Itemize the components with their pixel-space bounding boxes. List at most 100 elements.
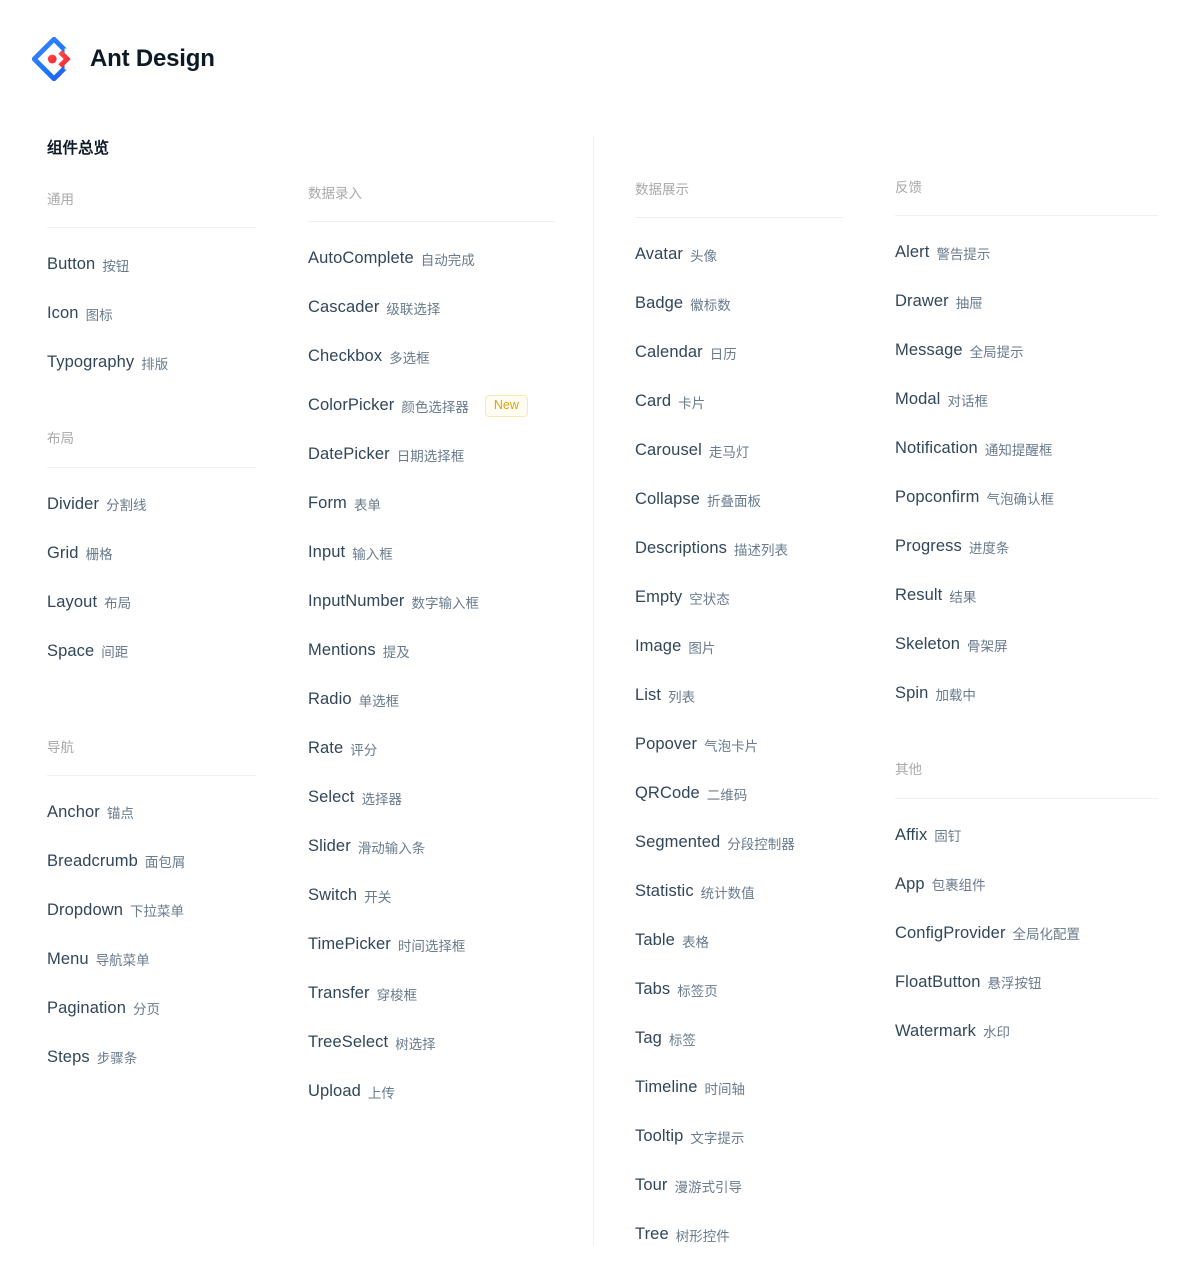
component-link-progress[interactable]: Progress 进度条 [895, 522, 1158, 571]
component-link-datepicker[interactable]: DatePicker 日期选择框 [308, 430, 555, 479]
component-link-collapse[interactable]: Collapse 折叠面板 [635, 475, 843, 524]
component-link-app[interactable]: App 包裹组件 [895, 860, 1158, 909]
component-link-table[interactable]: Table 表格 [635, 916, 843, 965]
component-link-modal[interactable]: Modal 对话框 [895, 375, 1158, 424]
component-link-button[interactable]: Button 按钮 [47, 240, 256, 289]
component-name-cn: 头像 [690, 248, 717, 264]
component-name-en: Collapse [635, 490, 701, 509]
component-link-layout[interactable]: Layout 布局 [47, 578, 256, 627]
component-link-spin[interactable]: Spin 加载中 [895, 669, 1158, 718]
component-link-switch[interactable]: Switch 开关 [308, 871, 555, 920]
component-link-upload[interactable]: Upload 上传 [308, 1067, 555, 1116]
component-link-pagination[interactable]: Pagination 分页 [47, 984, 256, 1033]
component-name-cn: 图标 [85, 307, 113, 323]
component-name-en: Button [47, 255, 96, 274]
component-link-timepicker[interactable]: TimePicker 时间选择框 [308, 920, 555, 969]
component-link-form[interactable]: Form 表单 [308, 479, 555, 528]
component-link-calendar[interactable]: Calendar 日历 [635, 328, 843, 377]
component-link-slider[interactable]: Slider 滑动输入条 [308, 822, 555, 871]
component-link-dropdown[interactable]: Dropdown 下拉菜单 [47, 886, 256, 935]
component-link-descriptions[interactable]: Descriptions 描述列表 [635, 524, 843, 573]
component-link-icon[interactable]: Icon 图标 [47, 289, 256, 338]
component-name-cn: 面包屑 [144, 855, 186, 871]
component-link-anchor[interactable]: Anchor 锚点 [47, 788, 256, 837]
component-link-breadcrumb[interactable]: Breadcrumb 面包屑 [47, 837, 256, 886]
component-name-cn: 包裹组件 [931, 878, 986, 893]
component-link-tooltip[interactable]: Tooltip 文字提示 [635, 1112, 843, 1161]
component-name-cn: 结果 [949, 589, 977, 605]
component-link-skeleton[interactable]: Skeleton 骨架屏 [895, 620, 1158, 669]
component-link-grid[interactable]: Grid 栅格 [47, 529, 256, 578]
component-name-en: Popconfirm [895, 488, 980, 507]
component-link-tag[interactable]: Tag 标签 [635, 1014, 843, 1063]
component-link-tree[interactable]: Tree 树形控件 [635, 1210, 843, 1259]
component-link-configprovider[interactable]: ConfigProvider 全局化配置 [895, 909, 1158, 958]
component-link-input[interactable]: Input 输入框 [308, 528, 555, 577]
component-link-avatar[interactable]: Avatar 头像 [635, 230, 843, 279]
component-name-en: Typography [47, 353, 135, 372]
component-link-message[interactable]: Message 全局提示 [895, 326, 1158, 375]
component-name-cn: 树选择 [395, 1036, 436, 1052]
component-link-statistic[interactable]: Statistic 统计数值 [635, 867, 843, 916]
component-name-en: Pagination [47, 998, 126, 1017]
component-list: Avatar 头像 Badge 徽标数 Calendar 日历 Card 卡片 Carousel… [635, 230, 843, 1259]
component-link-typography[interactable]: Typography 排版 [47, 338, 256, 387]
component-link-divider[interactable]: Divider 分割线 [47, 480, 256, 529]
component-name-en: AutoComplete [308, 249, 414, 268]
component-link-list[interactable]: List 列表 [635, 671, 843, 720]
component-name-en: Radio [308, 690, 352, 709]
component-link-tabs[interactable]: Tabs 标签页 [635, 965, 843, 1014]
component-link-badge[interactable]: Badge 徽标数 [635, 279, 843, 328]
component-name-en: Tabs [635, 980, 671, 999]
component-link-menu[interactable]: Menu 导航菜单 [47, 935, 256, 984]
component-link-checkbox[interactable]: Checkbox 多选框 [308, 332, 555, 381]
component-name-en: QRCode [635, 784, 700, 803]
component-link-steps[interactable]: Steps 步骤条 [47, 1033, 256, 1082]
component-link-tour[interactable]: Tour 漫游式引导 [635, 1161, 843, 1210]
component-link-empty[interactable]: Empty 空状态 [635, 573, 843, 622]
component-link-drawer[interactable]: Drawer 抽屉 [895, 277, 1158, 326]
component-name-cn: 按钮 [102, 258, 130, 274]
component-link-card[interactable]: Card 卡片 [635, 377, 843, 426]
component-link-image[interactable]: Image 图片 [635, 622, 843, 671]
component-link-segmented[interactable]: Segmented 分段控制器 [635, 818, 843, 867]
component-name-en: Input [308, 543, 346, 562]
component-name-cn: 级联选择 [386, 301, 441, 317]
component-link-timeline[interactable]: Timeline 时间轴 [635, 1063, 843, 1112]
component-link-inputnumber[interactable]: InputNumber 数字输入框 [308, 577, 555, 626]
component-link-popover[interactable]: Popover 气泡卡片 [635, 720, 843, 769]
component-link-qrcode[interactable]: QRCode 二维码 [635, 769, 843, 818]
component-name-en: Result [895, 586, 943, 605]
component-link-carousel[interactable]: Carousel 走马灯 [635, 426, 843, 475]
component-link-rate[interactable]: Rate 评分 [308, 724, 555, 773]
component-name-cn: 统计数值 [700, 885, 755, 901]
component-link-cascader[interactable]: Cascader 级联选择 [308, 283, 555, 332]
component-name-en: Rate [308, 739, 344, 758]
component-name-en: Select [308, 788, 355, 807]
component-link-autocomplete[interactable]: AutoComplete 自动完成 [308, 234, 555, 283]
component-name-en: Upload [308, 1082, 361, 1101]
component-name-cn: 穿梭框 [376, 987, 418, 1003]
component-link-notification[interactable]: Notification 通知提醒框 [895, 424, 1158, 473]
brand-header[interactable]: Ant Design [32, 36, 215, 82]
component-link-select[interactable]: Select 选择器 [308, 773, 555, 822]
component-link-colorpicker[interactable]: ColorPicker 颜色选择器 New [308, 381, 555, 430]
component-group-title: 数据展示 [635, 180, 843, 219]
component-name-cn: 分割线 [106, 498, 147, 513]
component-link-space[interactable]: Space 间距 [47, 627, 256, 676]
component-link-watermark[interactable]: Watermark 水印 [895, 1007, 1158, 1056]
component-link-floatbutton[interactable]: FloatButton 悬浮按钮 [895, 958, 1158, 1007]
component-link-transfer[interactable]: Transfer 穿梭框 [308, 969, 555, 1018]
component-link-radio[interactable]: Radio 单选框 [308, 675, 555, 724]
component-name-cn: 列表 [668, 689, 696, 705]
component-link-alert[interactable]: Alert 警告提示 [895, 228, 1158, 277]
component-list: AutoComplete 自动完成 Cascader 级联选择 Checkbox 多选框 C… [308, 234, 555, 1116]
component-link-result[interactable]: Result 结果 [895, 571, 1158, 620]
component-link-popconfirm[interactable]: Popconfirm 气泡确认框 [895, 473, 1158, 522]
component-name-cn: 对话框 [947, 393, 988, 409]
component-link-affix[interactable]: Affix 固钉 [895, 811, 1158, 860]
component-name-en: DatePicker [308, 445, 390, 464]
component-link-treeselect[interactable]: TreeSelect 树选择 [308, 1018, 555, 1067]
component-name-cn: 步骤条 [96, 1051, 138, 1067]
component-link-mentions[interactable]: Mentions 提及 [308, 626, 555, 675]
